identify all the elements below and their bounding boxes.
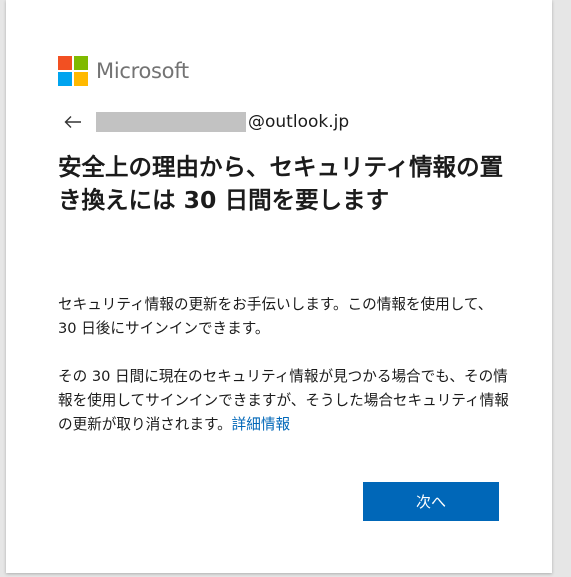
logo-square-yellow: [74, 72, 88, 86]
info-paragraph-2: その 30 日間に現在のセキュリティ情報が見つかる場合でも、その情報を使用してサ…: [58, 365, 510, 437]
microsoft-header: Microsoft: [58, 56, 189, 86]
arrow-left-icon[interactable]: [64, 111, 86, 133]
microsoft-logo-icon: [58, 56, 88, 86]
redacted-email-username: [96, 112, 246, 132]
logo-square-green: [74, 56, 88, 70]
brand-name: Microsoft: [96, 59, 189, 83]
details-link[interactable]: 詳細情報: [232, 416, 290, 433]
sign-in-card: Microsoft @outlook.jp 安全上の理由から、セキュリティ情報の…: [6, 0, 552, 573]
logo-square-red: [58, 56, 72, 70]
next-button[interactable]: 次へ: [363, 482, 499, 521]
logo-square-blue: [58, 72, 72, 86]
identity-banner: @outlook.jp: [64, 110, 349, 134]
email-domain: @outlook.jp: [248, 112, 350, 132]
info-paragraph-1: セキュリティ情報の更新をお手伝いします。この情報を使用して、30 日後にサインイ…: [58, 296, 493, 337]
page-title: 安全上の理由から、セキュリティ情報の置き換えには 30 日間を要します: [58, 153, 504, 214]
